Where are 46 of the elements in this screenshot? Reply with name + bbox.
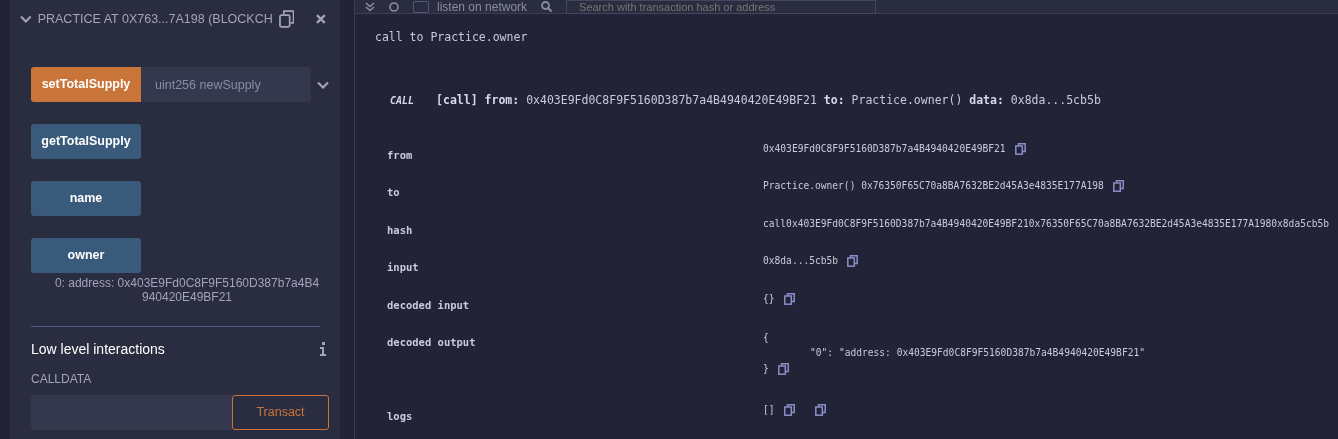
detail-value: 0x8da...5cb5b xyxy=(763,254,839,268)
copy-icon[interactable] xyxy=(783,292,795,305)
detail-label: from xyxy=(387,148,413,161)
call-result: 0: address: 0x403E9Fd0C8F9F5160D387b7a4B4940420E49BF21 xyxy=(53,277,321,305)
detail-value: [] xyxy=(763,403,775,417)
listen-checkbox[interactable] xyxy=(413,0,429,13)
transaction-summary: [call] from: 0x403E9Fd0C8F9F5160D387b7a4B4940420E49BF21 to: Practice.owner() data: 0x8da...5cb5b xyxy=(436,92,1101,110)
detail-label: logs xyxy=(387,410,413,422)
log-message: call to Practice.owner xyxy=(375,29,529,46)
panel-title: PRACTICE AT 0X763...7A198 (BLOCKCH xyxy=(37,10,273,28)
json-line: "0": "address: 0x403E9Fd0C8F9F5160D387b7a4B4940420E49BF21" xyxy=(809,346,1145,361)
search-field[interactable]: Search with transaction hash or address xyxy=(566,0,877,14)
copy-icon[interactable] xyxy=(783,404,795,417)
copy-icon[interactable] xyxy=(1014,142,1026,155)
call-type-label: CALL xyxy=(390,94,415,109)
detail-label: decoded output xyxy=(387,336,476,348)
detail-label: hash xyxy=(387,223,413,236)
copy-icon[interactable] xyxy=(777,363,789,375)
info-icon[interactable] xyxy=(320,342,326,357)
detail-value: {} xyxy=(763,291,775,306)
caret-down-icon[interactable] xyxy=(20,15,32,23)
field-label: CALLDATA xyxy=(31,370,93,388)
detail-label: decoded input xyxy=(387,298,470,311)
copy-icon[interactable] xyxy=(814,404,826,417)
json-line: } xyxy=(763,361,769,376)
calldata-field[interactable] xyxy=(31,394,232,430)
search-icon[interactable] xyxy=(541,1,553,12)
detail-value: 0x403E9Fd0C8F9F5160D387b7a4B4940420E49BF21 xyxy=(763,141,1006,156)
double-caret-icon[interactable] xyxy=(365,1,375,12)
json-line: { xyxy=(763,330,769,345)
checkbox-label: listen on network xyxy=(437,0,528,16)
detail-label: to xyxy=(387,186,400,198)
section-title: Low level interactions xyxy=(31,339,166,359)
detail-value: Practice.owner() 0x76350F65C70a8BA7632BE2d45A3e4835E177A198 xyxy=(763,179,1104,193)
copy-icon[interactable] xyxy=(847,255,859,268)
function-button[interactable]: owner xyxy=(31,238,141,273)
argument-field[interactable]: uint256 newSupply xyxy=(141,67,311,102)
detail-label: input xyxy=(387,261,419,273)
detail-value: call0x403E9Fd0C8F9F5160D387b7a4B4940420E49BF210x76350F65C70a8BA7632BE2d45A3e4835E177A1980x8da5cb5b xyxy=(763,216,1330,231)
close-icon[interactable] xyxy=(316,14,326,24)
copy-icon[interactable] xyxy=(1112,180,1124,193)
function-button[interactable]: name xyxy=(31,181,141,216)
caret-down-icon[interactable] xyxy=(317,80,329,89)
transact-button[interactable]: Transact xyxy=(232,394,329,430)
copy-icon[interactable] xyxy=(278,10,295,28)
function-button[interactable]: getTotalSupply xyxy=(31,124,141,159)
